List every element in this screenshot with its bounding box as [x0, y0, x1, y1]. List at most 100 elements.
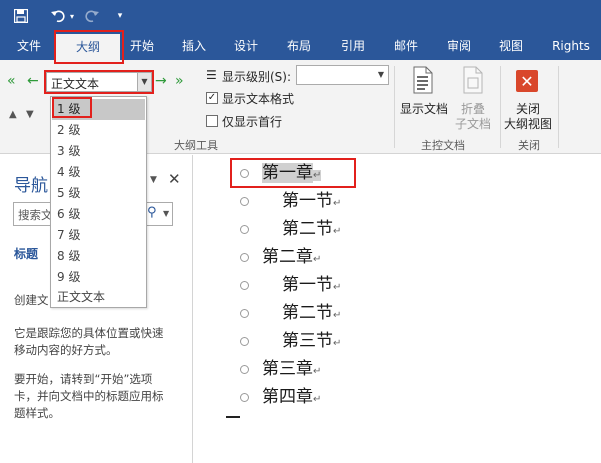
- paragraph-mark-icon: ↵: [333, 226, 342, 237]
- nav-options-icon[interactable]: ▼: [150, 175, 157, 185]
- nav-title: 导航: [14, 176, 48, 196]
- outline-item[interactable]: 第三章↵: [240, 356, 440, 382]
- move-up-icon[interactable]: ▲: [9, 110, 17, 120]
- level-option-8[interactable]: 8 级: [52, 246, 145, 267]
- nav-info-line1: 它是跟踪您的具体位置或快速: [14, 326, 164, 340]
- outline-bullet-icon[interactable]: [240, 253, 249, 262]
- nav-headings-tab[interactable]: 标题: [14, 245, 38, 262]
- undo-icon[interactable]: [50, 6, 66, 26]
- outline-bullet-icon[interactable]: [240, 393, 249, 402]
- ribbon-separator: [558, 66, 559, 148]
- outline-item[interactable]: 第三节↵: [240, 328, 440, 354]
- outline-heading-text: 第三章: [262, 359, 313, 379]
- paragraph-mark-icon: ↵: [313, 254, 322, 265]
- paragraph-mark-icon: ↵: [333, 338, 342, 349]
- tab-mailings[interactable]: 邮件: [386, 32, 426, 60]
- outline-heading-text: 第二节: [282, 303, 333, 323]
- customize-toolbar-icon[interactable]: ▾: [114, 6, 126, 26]
- level-option-7[interactable]: 7 级: [52, 225, 145, 246]
- nav-create-text: 创建文: [14, 293, 49, 307]
- outline-bullet-icon[interactable]: [240, 309, 249, 318]
- tab-rights[interactable]: Rights: [546, 32, 596, 60]
- chapter-one-highlight: [230, 158, 356, 188]
- close-outline-line2[interactable]: 大纲视图: [502, 115, 554, 132]
- outline-heading-text: 第一节: [282, 275, 333, 295]
- level-option-5[interactable]: 5 级: [52, 183, 145, 204]
- tab-design[interactable]: 设计: [226, 32, 266, 60]
- search-icon[interactable]: ⚲: [147, 205, 157, 220]
- promote-to-heading1-icon[interactable]: «: [7, 74, 16, 88]
- demote-icon[interactable]: →: [155, 74, 167, 88]
- paragraph-mark-icon: ↵: [313, 366, 322, 377]
- outline-heading-text: 第二章: [262, 247, 313, 267]
- outline-item[interactable]: 第一节↵: [240, 272, 440, 298]
- level-option-6[interactable]: 6 级: [52, 204, 145, 225]
- tab-home[interactable]: 开始: [122, 32, 162, 60]
- end-of-document-marker: [226, 416, 240, 418]
- outline-bullet-icon[interactable]: [240, 365, 249, 374]
- level-option-4[interactable]: 4 级: [52, 162, 145, 183]
- show-text-format-checkbox[interactable]: ✓: [206, 92, 218, 104]
- tab-review[interactable]: 审阅: [439, 32, 479, 60]
- paragraph-mark-icon: ↵: [313, 394, 322, 405]
- ribbon-separator: [500, 66, 501, 148]
- promote-icon[interactable]: ←: [27, 74, 39, 88]
- level-option-9[interactable]: 9 级: [52, 267, 145, 288]
- outline-bullet-icon[interactable]: [240, 281, 249, 290]
- first-line-only-label: 仅显示首行: [222, 115, 283, 129]
- tab-references[interactable]: 引用: [333, 32, 373, 60]
- paragraph-mark-icon: ↵: [333, 198, 342, 209]
- show-level-icon: ☰: [206, 68, 217, 82]
- outline-heading-text: 第一节: [282, 191, 333, 211]
- document-outline-area: 第一章↵ 第一节↵ 第二节↵ 第二章↵ 第一节↵ 第二节↵ 第三节↵ 第三章↵ …: [194, 155, 601, 463]
- outline-item[interactable]: 第二节↵: [240, 300, 440, 326]
- close-group-label: 关闭: [518, 139, 540, 152]
- paragraph-mark-icon: ↵: [333, 282, 342, 293]
- tab-insert[interactable]: 插入: [174, 32, 214, 60]
- move-down-icon[interactable]: ▼: [26, 110, 34, 120]
- demote-to-body-icon[interactable]: »: [175, 74, 184, 88]
- undo-dropdown-icon[interactable]: ▾: [67, 6, 77, 26]
- outline-item[interactable]: 第二节↵: [240, 216, 440, 242]
- outline-item[interactable]: 第二章↵: [240, 244, 440, 270]
- ribbon-separator: [394, 66, 395, 148]
- show-text-format-label: 显示文本格式: [222, 92, 295, 106]
- outline-heading-text: 第三节: [282, 331, 333, 351]
- outline-bullet-icon[interactable]: [240, 225, 249, 234]
- outline-bullet-icon[interactable]: [240, 337, 249, 346]
- master-document-group-label: 主控文档: [421, 139, 465, 152]
- level-option-3[interactable]: 3 级: [52, 141, 145, 162]
- outline-heading-text: 第二节: [282, 219, 333, 239]
- show-level-label: 显示级别(S):: [222, 70, 292, 84]
- nav-start-line1: 要开始，请转到“开始”选项: [14, 372, 153, 386]
- tab-layout[interactable]: 布局: [279, 32, 319, 60]
- outline-level-dropdown: 1 级 2 级 3 级 4 级 5 级 6 级 7 级 8 级 9 级 正文文本: [50, 96, 147, 308]
- first-line-only-checkbox[interactable]: [206, 115, 218, 127]
- quick-access-toolbar: ▾ ▾: [0, 0, 601, 32]
- nav-start-line3: 题样式。: [14, 406, 60, 420]
- tab-file[interactable]: 文件: [8, 32, 50, 60]
- save-icon[interactable]: [10, 6, 32, 26]
- show-level-dropdown-icon[interactable]: ▼: [374, 66, 388, 84]
- show-document-button[interactable]: 显示文档: [398, 100, 450, 117]
- nav-search-placeholder: 搜索文: [18, 208, 53, 222]
- outline-heading-text: 第四章: [262, 387, 313, 407]
- redo-icon[interactable]: [84, 6, 100, 26]
- paragraph-mark-icon: ↵: [333, 310, 342, 321]
- nav-info-line2: 移动内容的好方式。: [14, 343, 118, 357]
- close-outline-icon[interactable]: ✕: [516, 70, 538, 92]
- outline-bullet-icon[interactable]: [240, 197, 249, 206]
- outline-tools-group-label: 大纲工具: [174, 139, 218, 152]
- level-option-2[interactable]: 2 级: [52, 120, 145, 141]
- collapse-line2: 子文档: [454, 117, 491, 131]
- search-options-icon[interactable]: ▼: [163, 209, 169, 218]
- outline-tab-highlight: [54, 30, 124, 64]
- collapse-subdocuments-icon: [462, 66, 484, 94]
- outline-item[interactable]: 第四章↵: [240, 384, 440, 410]
- show-level-combo[interactable]: ▼: [296, 65, 389, 85]
- nav-close-icon[interactable]: ✕: [168, 170, 181, 188]
- outline-item[interactable]: 第一节↵: [240, 188, 440, 214]
- tab-view[interactable]: 视图: [491, 32, 531, 60]
- show-document-icon[interactable]: [412, 66, 434, 94]
- level-option-body-text[interactable]: 正文文本: [52, 287, 145, 308]
